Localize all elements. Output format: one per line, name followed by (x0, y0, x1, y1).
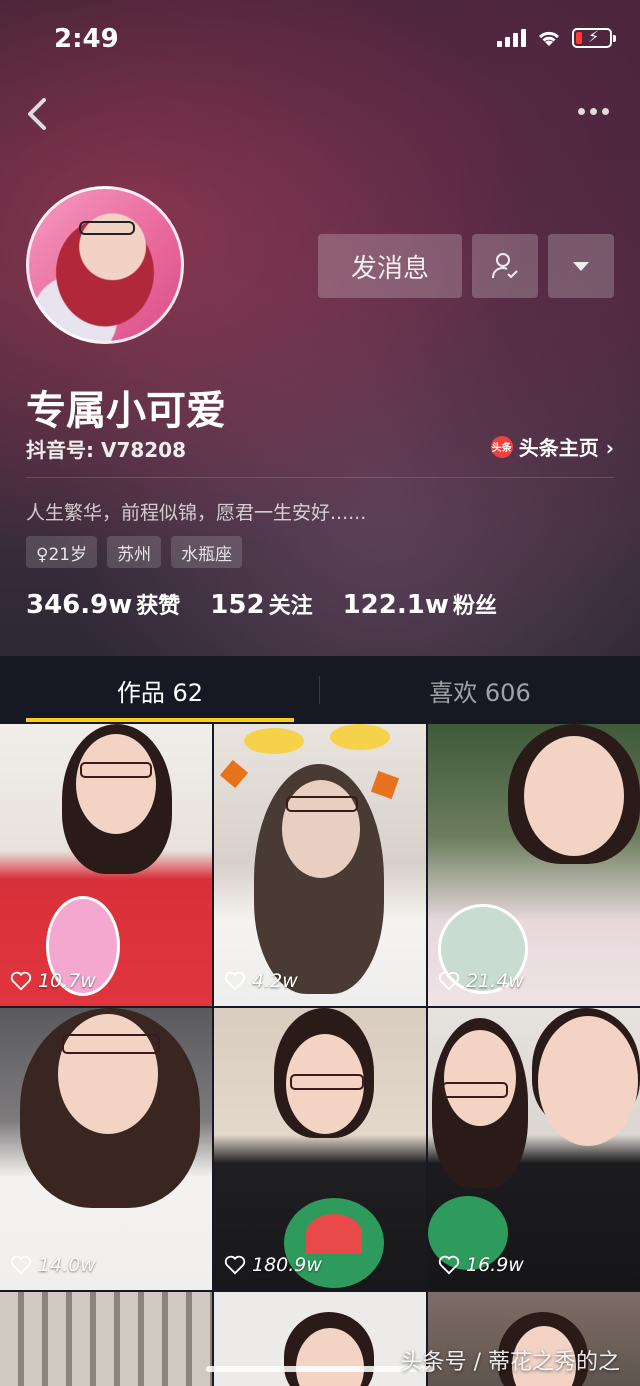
stat-following[interactable]: 152 关注 (210, 588, 312, 620)
signal-icon (497, 29, 526, 47)
video-like-count: 180.9w (224, 1254, 322, 1276)
video-grid: 10.7w 4.2w 21.4w 14.0w 180.9w 16.9w (0, 724, 640, 1386)
stats: 346.9w 获赞 152 关注 122.1w 粉丝 (26, 588, 497, 620)
heart-icon (438, 1255, 460, 1275)
video-thumbnail[interactable]: 16.9w (428, 1008, 640, 1290)
tag-zodiac: 水瓶座 (171, 536, 243, 568)
chevron-down-icon (573, 261, 589, 271)
tag-age: ♀21岁 (26, 536, 98, 568)
profile-name: 专属小可爱 (26, 388, 226, 434)
heart-icon (438, 971, 460, 991)
video-like-count: 14.0w (10, 1254, 96, 1276)
more-options-icon[interactable] (578, 96, 614, 126)
heart-icon (10, 1255, 32, 1275)
toutiao-link-label: 头条主页 › (518, 436, 614, 460)
tab-separator (319, 676, 320, 704)
wifi-icon (538, 31, 560, 46)
tab-likes[interactable]: 喜欢 606 (320, 656, 640, 724)
heart-icon (224, 971, 246, 991)
heart-icon (224, 1255, 246, 1275)
video-like-count: 16.9w (438, 1254, 524, 1276)
video-like-count: 4.2w (224, 970, 298, 992)
video-thumbnail[interactable]: 14.0w (0, 1008, 212, 1290)
status-icons: ⚡ (497, 27, 616, 48)
toutiao-icon: 头条 (490, 435, 513, 458)
bio: 人生繁华，前程似锦，愿君一生安好...... (26, 502, 367, 524)
back-arrow-icon[interactable] (22, 94, 52, 134)
video-thumbnail[interactable] (0, 1292, 212, 1386)
tab-works[interactable]: 作品 62 (0, 656, 320, 724)
recommend-dropdown-button[interactable] (548, 234, 614, 298)
send-message-button[interactable]: 发消息 (318, 234, 462, 298)
video-thumbnail[interactable]: 10.7w (0, 724, 212, 1006)
video-like-count: 10.7w (10, 970, 96, 992)
video-like-count: 21.4w (438, 970, 524, 992)
toutiao-homepage-link[interactable]: 头条 头条主页 › (490, 432, 614, 461)
tag-city: 苏州 (107, 536, 162, 568)
follow-status-button[interactable] (472, 234, 538, 298)
active-tab-indicator (26, 718, 294, 722)
battery-icon: ⚡ (572, 27, 616, 48)
video-thumbnail[interactable]: 180.9w (214, 1008, 426, 1290)
video-thumbnail[interactable]: 21.4w (428, 724, 640, 1006)
video-thumbnail[interactable]: 4.2w (214, 724, 426, 1006)
status-time: 2:49 (54, 24, 119, 54)
watermark: 头条号 / 蒂花之秀的之 (400, 1350, 620, 1375)
divider (26, 477, 614, 478)
avatar[interactable] (26, 186, 184, 344)
douyin-id: 抖音号: V78208 (26, 438, 187, 462)
profile-tags: ♀21岁 苏州 水瓶座 (26, 536, 243, 568)
profile-tabs: 作品 62 喜欢 606 (0, 656, 640, 724)
user-check-icon (492, 253, 518, 279)
stat-likes: 346.9w 获赞 (26, 590, 181, 620)
heart-icon (10, 971, 32, 991)
stat-fans[interactable]: 122.1w 粉丝 (343, 588, 497, 620)
